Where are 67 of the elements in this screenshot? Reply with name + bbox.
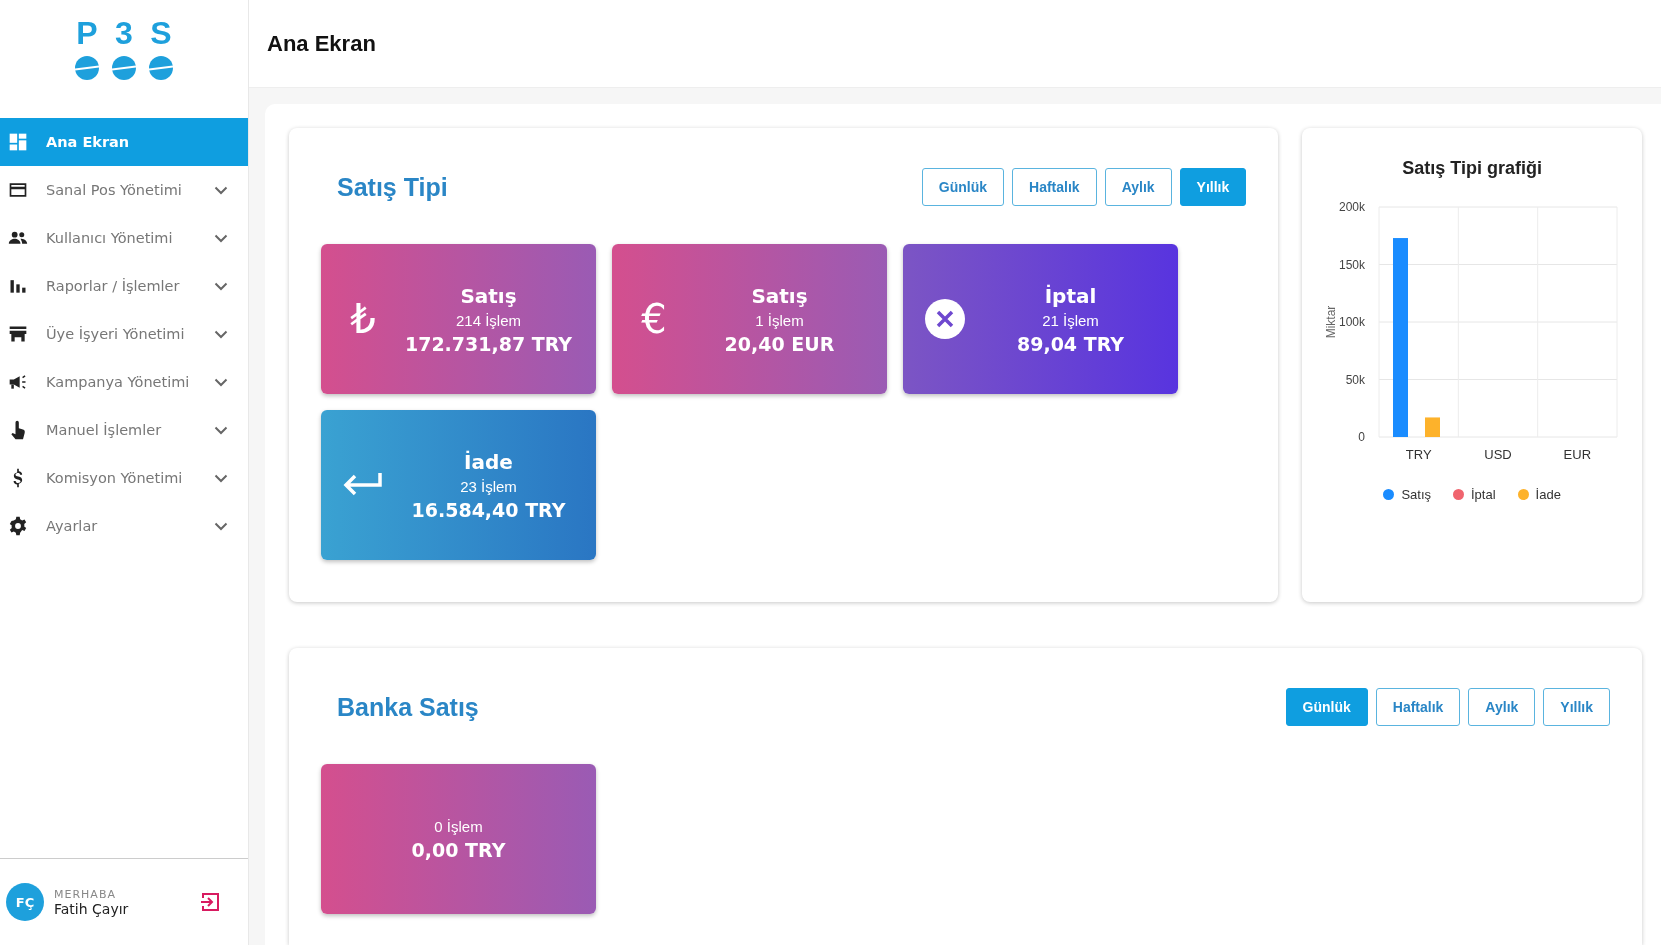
axis-tick-label: 50k [1345, 372, 1366, 387]
tile-amount: 172.731,87 TRY [404, 332, 573, 355]
cancel-icon [925, 299, 965, 339]
logo-dot-icon [149, 56, 173, 80]
gear-icon [8, 516, 28, 536]
sidebar-item[interactable]: Ana Ekran [0, 118, 248, 166]
legend-label: Satış [1401, 487, 1431, 502]
axis-category-label: EUR [1563, 447, 1592, 462]
period-button[interactable]: Haftalık [1375, 688, 1461, 726]
sidebar-item[interactable]: Üye İşyeri Yönetimi [0, 310, 248, 358]
chart-title: Satış Tipi grafiği [1402, 158, 1542, 179]
user-name: Fatih Çayır [54, 900, 130, 917]
axis-tick-label: 100k [1339, 315, 1366, 329]
period-button[interactable]: Yıllık [1179, 168, 1247, 206]
bar [1425, 417, 1441, 437]
megaphone-icon [8, 372, 28, 392]
section-title: Satış Tipi [337, 172, 448, 202]
axis-title: Miktar [1324, 305, 1339, 339]
period-button[interactable]: Yıllık [1543, 688, 1610, 726]
axis-category-label: TRY [1405, 447, 1432, 462]
sidebar-item[interactable]: Sanal Pos Yönetimi [0, 166, 248, 214]
period-button[interactable]: Günlük [1285, 688, 1368, 726]
card-icon [8, 180, 28, 200]
axis-tick-label: 200k [1339, 200, 1366, 214]
page-title: Ana Ekran [267, 30, 376, 57]
logo-letter: 3 [115, 16, 133, 50]
sidebar-item[interactable]: Kampanya Yönetimi [0, 358, 248, 406]
sidebar-item[interactable]: Raporlar / İşlemler [0, 262, 248, 310]
axis-tick-label: 150k [1339, 257, 1366, 272]
tile-amount: 0,00 TRY [411, 838, 506, 861]
tile-title: İade [464, 449, 513, 474]
legend-label: İade [1535, 487, 1561, 502]
logo-dot-icon [112, 56, 136, 80]
greeting-text: MERHABA [54, 887, 117, 901]
user-avatar: FÇ [6, 883, 44, 921]
transaction-count: 23 İşlem [460, 477, 517, 495]
period-button[interactable]: Aylık [1104, 168, 1172, 206]
transaction-count: 21 İşlem [1042, 311, 1099, 329]
tile-amount: 20,40 EUR [724, 332, 835, 355]
period-button[interactable]: Aylık [1468, 688, 1536, 726]
return-arrow-icon [343, 472, 383, 498]
sidebar-item[interactable]: Kullanıcı Yönetimi [0, 214, 248, 262]
sidebar-item[interactable]: Komisyon Yönetimi [0, 454, 248, 502]
tile-amount: 89,04 TRY [1017, 332, 1124, 355]
store-icon [8, 324, 28, 344]
currency-icon: € [641, 297, 667, 341]
dashboard-icon [8, 132, 28, 152]
sidebar-item[interactable]: Ayarlar [0, 502, 248, 550]
transaction-count: 214 İşlem [455, 311, 521, 329]
logo-letter: P [76, 16, 98, 50]
legend-label: İptal [1471, 487, 1496, 502]
currency-icon: ₺ [350, 297, 376, 341]
axis-category-label: USD [1484, 447, 1512, 462]
tile-title: Satış [751, 283, 808, 308]
sidebar-item[interactable]: Manuel İşlemler [0, 406, 248, 454]
tile-title: İptal [1044, 283, 1097, 308]
transaction-count: 0 İşlem [434, 817, 483, 835]
tile-title: Satış [460, 283, 517, 308]
transaction-count: 1 İşlem [755, 311, 804, 329]
section-title: Banka Satış [337, 692, 479, 722]
logout-icon[interactable] [200, 892, 220, 912]
period-button[interactable]: Haftalık [1012, 168, 1097, 206]
period-button[interactable]: Günlük [921, 168, 1005, 206]
logo-letter: S [150, 16, 172, 50]
logo-dot-icon [75, 56, 99, 80]
axis-tick-label: 0 [1358, 430, 1366, 444]
tile-amount: 16.584,40 TRY [411, 498, 566, 521]
